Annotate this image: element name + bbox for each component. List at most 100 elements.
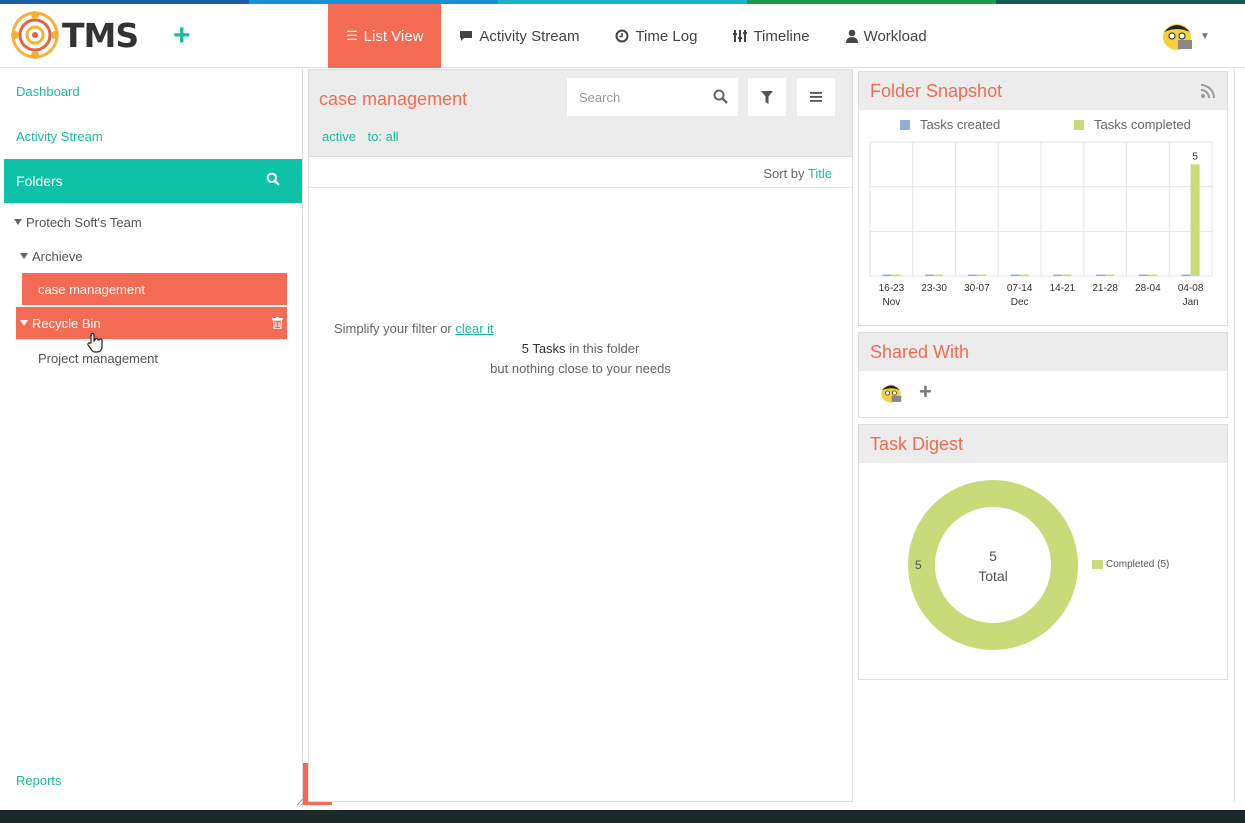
page-title: case management — [319, 89, 468, 109]
x-month-label: Jan — [1183, 297, 1199, 308]
search-placeholder: Search — [579, 89, 621, 105]
digest-donut-chart — [908, 480, 1078, 650]
logo[interactable]: TMS — [10, 10, 139, 60]
timeline-icon — [733, 30, 748, 42]
chart-bar — [976, 274, 986, 276]
menu-button[interactable] — [797, 78, 835, 116]
chart-bar — [1019, 274, 1029, 276]
filter-assignee[interactable]: to: all — [368, 129, 399, 144]
folders-header[interactable]: Folders — [4, 159, 302, 203]
chart-bar — [891, 274, 901, 276]
caret-down-icon — [20, 320, 28, 326]
caret-down-icon — [14, 219, 22, 225]
logo-icon — [11, 11, 59, 59]
main-panel: case management Search active to: all So… — [308, 69, 853, 802]
x-tick-label: 07-14 — [1007, 283, 1033, 294]
chart-bar — [1138, 274, 1148, 276]
tree-item-archieve[interactable]: Archieve — [20, 247, 83, 265]
user-icon — [845, 29, 858, 43]
tab-label: List View — [363, 27, 424, 45]
main-nav: ☰ List View Activity Stream Time Log Tim… — [328, 4, 945, 68]
search-icon[interactable] — [713, 89, 728, 104]
tab-label: Timeline — [753, 27, 810, 45]
add-share-button[interactable]: + — [919, 379, 932, 405]
avatar[interactable] — [878, 381, 904, 405]
legend-completed: Tasks completed — [1074, 117, 1191, 132]
chart-bar — [1181, 274, 1191, 276]
search-icon[interactable] — [266, 172, 280, 186]
sidebar-item-reports[interactable]: Reports — [16, 773, 62, 788]
empty-message: Simplify your filter or clear it — [334, 321, 494, 336]
empty-count: 5 Tasks in this folder — [309, 341, 852, 356]
tree-item-recycle-bin[interactable]: Recycle Bin — [16, 307, 287, 339]
x-tick-label: 28-04 — [1135, 283, 1161, 294]
trash-icon[interactable] — [272, 317, 283, 329]
chart-bar — [1053, 274, 1063, 276]
menu-icon — [810, 92, 822, 102]
sidebar-item-dashboard[interactable]: Dashboard — [16, 84, 80, 99]
donut-total-count: 5 — [989, 548, 997, 564]
tree-item-case-management[interactable]: case management — [22, 273, 287, 305]
folder-snapshot-panel: Folder Snapshot Tasks created Tasks comp… — [858, 71, 1228, 326]
sidebar: Dashboard Activity Stream Folders Protec… — [4, 69, 305, 807]
comment-icon — [460, 31, 473, 41]
tree-item-team[interactable]: Protech Soft's Team — [14, 213, 142, 231]
rss-icon[interactable] — [1201, 84, 1215, 98]
legend-swatch — [1074, 119, 1084, 130]
logo-text: TMS — [62, 15, 139, 55]
x-month-label: Dec — [1011, 297, 1029, 308]
x-month-label: Nov — [882, 297, 900, 308]
tree-item-label: case management — [38, 281, 145, 297]
tree-item-label: Archieve — [32, 248, 83, 264]
tab-label: Time Log — [635, 27, 698, 45]
add-button[interactable]: + — [173, 21, 191, 51]
x-tick-label: 04-08 — [1178, 283, 1204, 294]
sort-control: Sort by Title — [763, 166, 832, 181]
tab-list-view[interactable]: ☰ List View — [328, 4, 442, 68]
x-tick-label: 16-23 — [879, 283, 905, 294]
digest-legend: Completed (5) — [1092, 559, 1169, 570]
avatar — [1163, 24, 1192, 50]
empty-hint: but nothing close to your needs — [490, 361, 671, 376]
user-menu[interactable]: ▼ — [1158, 20, 1210, 52]
shared-with-header: Shared With — [859, 333, 1227, 371]
chart-bar — [925, 274, 935, 276]
clock-icon — [615, 29, 629, 43]
filter-button[interactable] — [748, 78, 786, 116]
empty-prefix: Simplify your filter or — [334, 321, 452, 336]
task-count: 5 Tasks — [521, 341, 566, 356]
panel-title: Task Digest — [870, 433, 964, 454]
sidebar-item-activity-stream[interactable]: Activity Stream — [16, 129, 103, 144]
tab-activity-stream[interactable]: Activity Stream — [441, 4, 597, 68]
chevron-down-icon: ▼ — [1200, 30, 1210, 42]
panel-title: Shared With — [870, 341, 970, 362]
filter-tags: active to: all — [322, 129, 407, 144]
tab-workload[interactable]: Workload — [828, 4, 945, 68]
sort-bar: Sort by Title — [309, 158, 852, 188]
folders-label: Folders — [16, 173, 63, 189]
legend-label: Completed (5) — [1106, 559, 1170, 570]
clear-filter-link[interactable]: clear it — [455, 321, 493, 336]
donut-total-label: Total — [978, 568, 1008, 584]
tree-item-label: Protech Soft's Team — [26, 214, 142, 230]
x-tick-label: 21-28 — [1092, 283, 1118, 294]
caret-down-icon — [20, 253, 28, 259]
donut-center: 5 Total — [952, 546, 1034, 586]
chart-bar — [1147, 274, 1157, 276]
status-bar — [0, 810, 1245, 823]
hand-cursor-icon — [87, 332, 103, 353]
x-tick-label: 30-07 — [964, 283, 990, 294]
scrollbar[interactable] — [1234, 69, 1235, 802]
search-input[interactable]: Search — [567, 78, 738, 116]
filter-active[interactable]: active — [322, 129, 356, 144]
panel-title: Folder Snapshot — [870, 80, 1003, 101]
chart-bar — [1062, 274, 1072, 276]
chart-bar — [1096, 274, 1106, 276]
tab-time-log[interactable]: Time Log — [597, 4, 715, 68]
tab-timeline[interactable]: Timeline — [715, 4, 827, 68]
chart-bar — [967, 274, 977, 276]
legend-swatch — [900, 119, 910, 130]
main-header: case management Search active to: all — [309, 70, 852, 157]
sort-value[interactable]: Title — [808, 166, 832, 181]
x-tick-label: 14-21 — [1050, 283, 1076, 294]
